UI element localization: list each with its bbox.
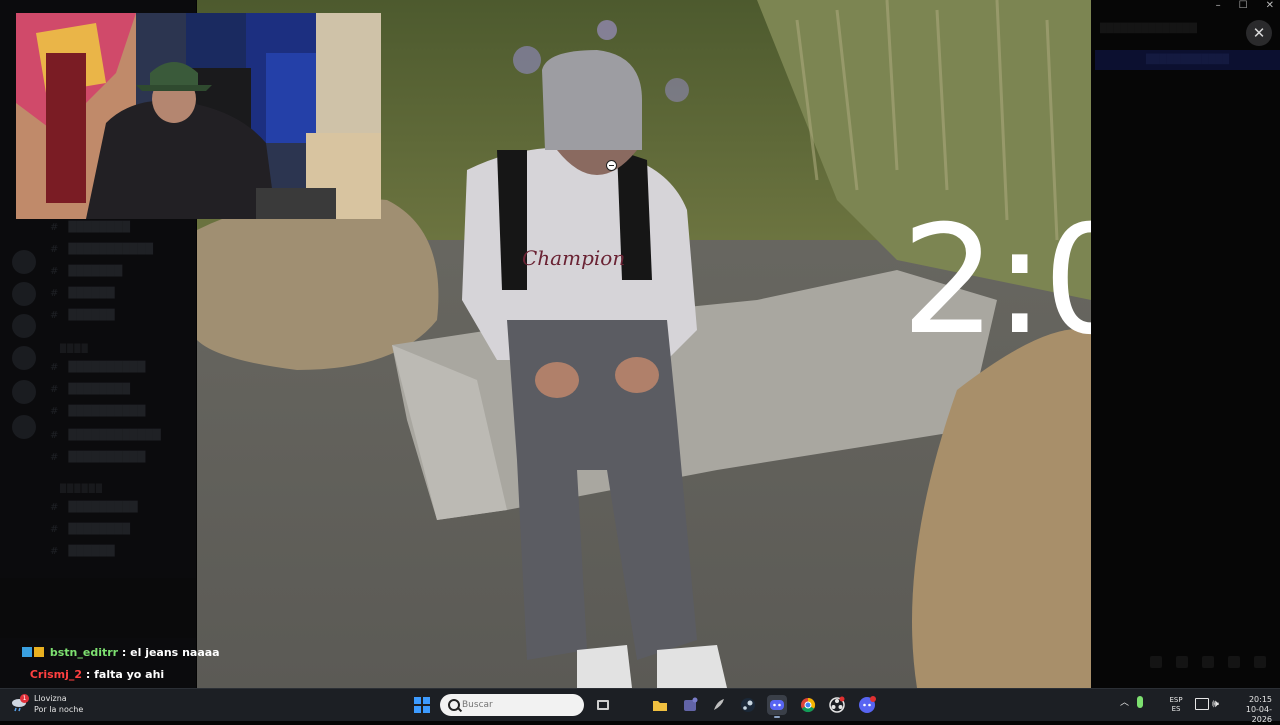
maximize-button[interactable]: ☐ [1239,0,1248,12]
task-view-button[interactable] [593,695,613,715]
toolbar-icon [1228,656,1240,668]
stream-chat: bstn_editrr : el jeans naaaa Crismj_2 : … [22,644,482,688]
chat-message: bstn_editrr : el jeans naaaa [22,644,482,666]
taskbar-search[interactable] [440,694,584,716]
app-feather-icon[interactable] [709,695,729,715]
server-icon [12,380,36,404]
toolbar-icon [1254,656,1266,668]
channel-row: # ████████ [50,524,130,535]
windows-logo-icon [414,697,421,704]
weather-badge: 1 [20,694,29,703]
weather-widget[interactable]: 1 Llovizna Por la noche [10,693,83,715]
channel-row: # ██████████ [50,406,146,417]
background-right-panel [1091,0,1280,688]
language-indicator[interactable]: ESP ES [1167,696,1185,714]
channel-row: # ██████ [50,288,115,299]
microphone-icon[interactable] [1137,695,1144,708]
channel-row: # █████████ [50,502,138,513]
channel-row: # ███████████ [50,244,153,255]
channel-row: # ██████████ [50,362,146,373]
toolbar-icon [1202,656,1214,668]
search-input[interactable] [462,697,572,712]
chat-username: Crismj_2 [29,668,83,681]
background-banner: ████████████ [1095,50,1280,70]
viewer-close-button[interactable]: ✕ [1246,20,1272,46]
server-icon [12,282,36,306]
weather-subtitle: Por la noche [34,705,84,714]
chat-badge-icon [34,647,44,657]
chrome-icon[interactable] [798,695,818,715]
taskbar-time: 20:15 [1248,695,1272,704]
server-icon [12,415,36,439]
discord-icon[interactable] [857,695,877,715]
chat-text: falta yo ahi [94,668,165,681]
language-top: ESP [1169,696,1183,704]
display-icon[interactable] [1195,698,1209,710]
svg-text:Champion: Champion [522,246,625,270]
taskbar-clock[interactable]: 20:15 10-04-2026 [1232,695,1272,725]
toolbar-icon [1150,656,1162,668]
channel-row: # ██████ [50,546,115,557]
language-bottom: ES [1171,705,1181,713]
chat-badge-icon [22,647,32,657]
window-close-button[interactable]: ✕ [1266,0,1274,12]
channel-row: # ███████ [50,266,123,277]
category-row: ████ [60,344,89,353]
chat-message: Crismj_2 : falta yo ahi [22,666,482,688]
background-toolbar [1150,656,1280,668]
category-row: ██████ [60,484,103,493]
chat-text: el jeans naaaa [130,646,220,659]
toolbar-icon [1176,656,1188,668]
channel-row: # ██████████ [50,452,146,463]
channel-row: # ████████ [50,384,130,395]
system-tray: ︿ [1120,695,1144,708]
taskbar-date: 10-04-2026 [1245,705,1272,724]
chat-separator: : [118,646,131,659]
weather-title: Llovizna [34,694,67,703]
file-explorer-icon[interactable] [650,695,670,715]
start-button[interactable] [414,697,430,713]
volume-icon[interactable]: 🕪 [1212,697,1219,711]
minimize-button[interactable]: – [1216,0,1221,12]
chevron-up-icon[interactable]: ︿ [1120,695,1129,708]
clock-time: 2:05 [901,194,1091,368]
window-controls: – ☐ ✕ [1216,0,1274,12]
teams-icon[interactable] [680,695,700,715]
channel-row: # ████████ [50,222,130,233]
server-icon [12,250,36,274]
webcam-illustration [16,13,381,219]
server-icon [12,314,36,338]
search-icon [448,699,460,711]
obs-icon[interactable] [827,695,847,715]
overlay-clock: 2:05PM [901,206,1091,356]
webcam-overlay [16,13,381,219]
user-panel [0,578,196,638]
taskbar: 1 Llovizna Por la noche Buscar ︿ ESP ES … [0,688,1280,724]
chat-username: bstn_editrr [49,646,119,659]
mouse-cursor-icon [606,160,617,171]
discord-active-icon[interactable] [767,695,787,718]
chat-separator: : [82,668,95,681]
background-header: ██████████████ [1100,24,1197,34]
channel-row: # ████████████ [50,430,161,441]
server-icon [12,346,36,370]
weather-rain-icon: 1 [10,694,29,712]
channel-row: # ██████ [50,310,115,321]
steam-icon[interactable] [738,695,758,715]
